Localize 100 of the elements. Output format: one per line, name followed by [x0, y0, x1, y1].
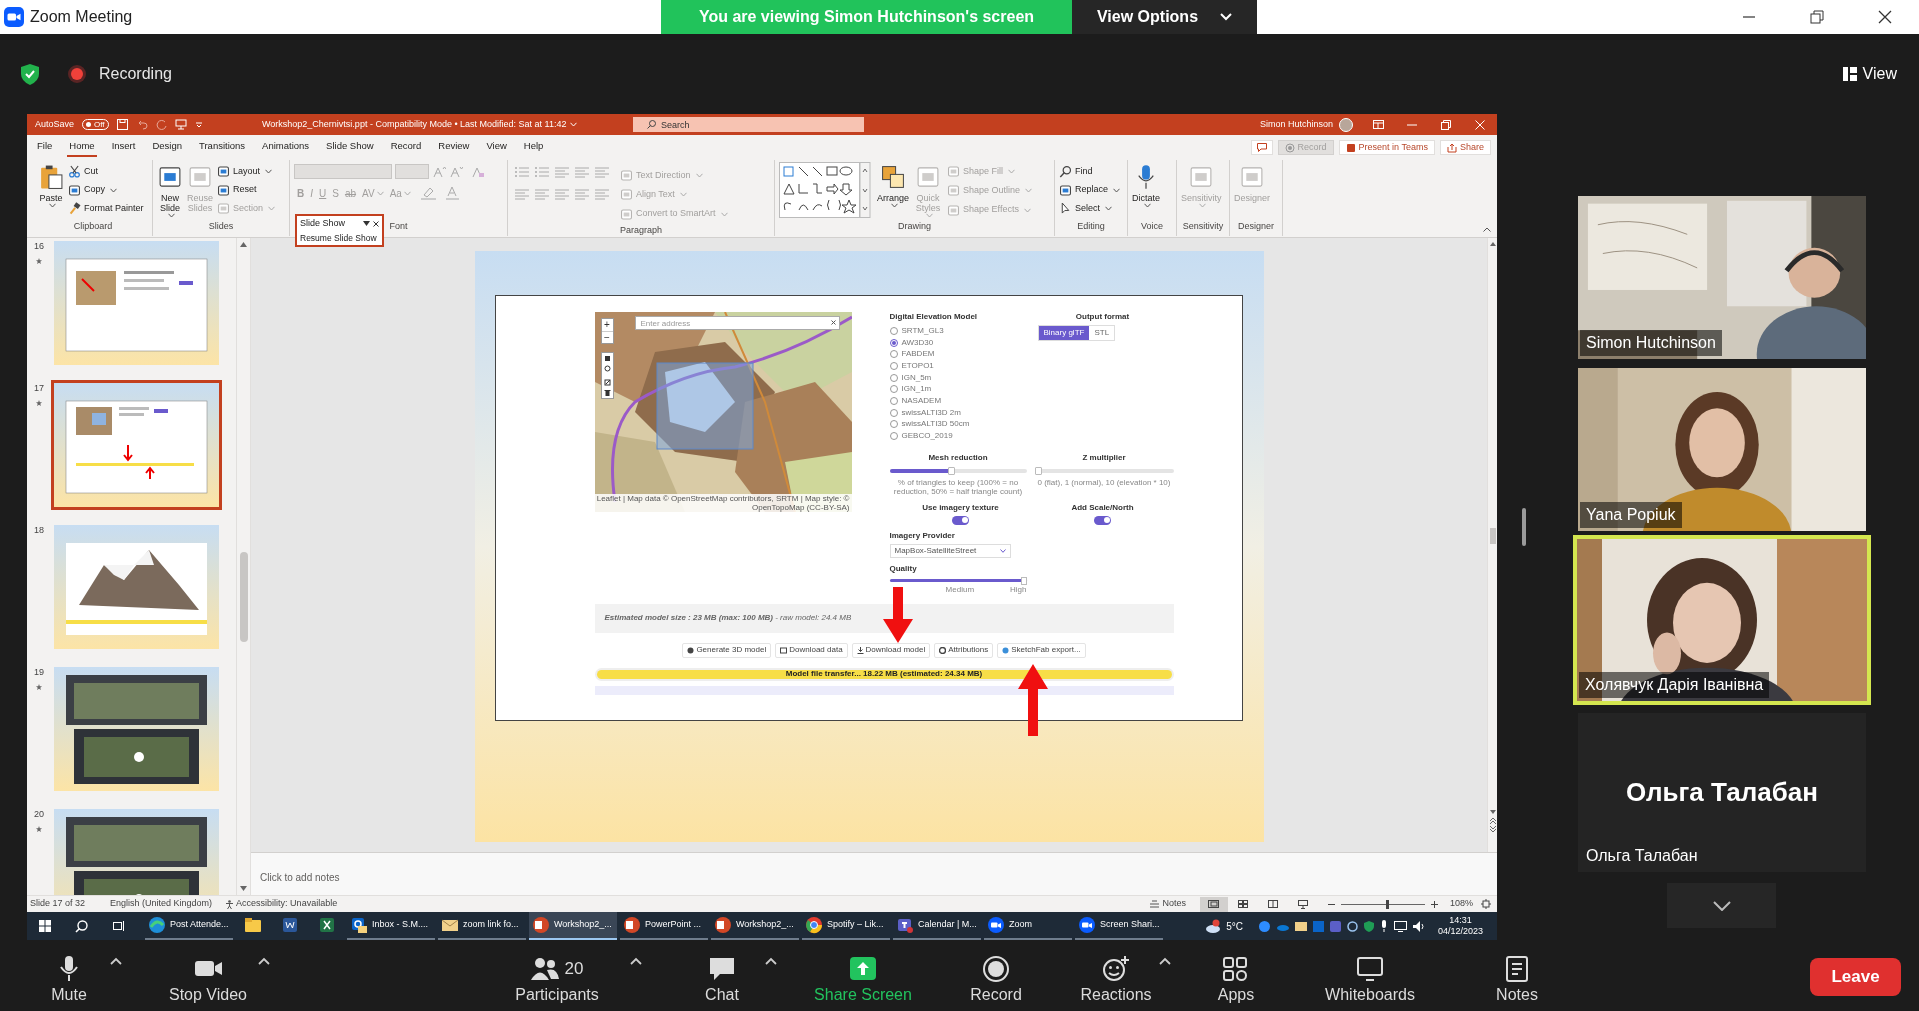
trash-icon[interactable] — [603, 389, 611, 396]
ribbon-tab[interactable]: File — [35, 138, 55, 157]
presenter-icon[interactable] — [174, 119, 187, 130]
sorter-view-icon[interactable] — [1237, 900, 1248, 908]
zoom-in-button[interactable]: + — [601, 319, 613, 331]
slide-thumbnail[interactable] — [51, 238, 222, 368]
slideshow-view-icon[interactable] — [1297, 899, 1308, 909]
caret-up-icon[interactable] — [1159, 957, 1171, 965]
ribbon-tab[interactable]: Home — [67, 138, 97, 157]
fit-slide-icon[interactable] — [1481, 899, 1491, 909]
avatar[interactable] — [1339, 117, 1353, 132]
ribbon-tab[interactable]: Review — [436, 138, 472, 157]
search-field[interactable]: Search — [633, 117, 864, 132]
accessibility-status[interactable]: Accessibility: Unavailable — [236, 897, 338, 911]
radio-button[interactable] — [889, 385, 898, 394]
mail-app-icon[interactable] — [1312, 920, 1324, 932]
slider-track[interactable] — [1034, 466, 1174, 475]
ribbon-action-button[interactable]: Share — [1439, 140, 1491, 155]
caret-up-icon[interactable] — [258, 957, 270, 965]
restore-icon[interactable] — [1810, 10, 1824, 24]
dropdown-icon[interactable] — [363, 221, 370, 227]
ribbon-button[interactable]: Select — [1059, 199, 1121, 219]
caret-up-icon[interactable] — [765, 957, 777, 965]
scroll-down-icon[interactable] — [240, 886, 247, 891]
customize-icon[interactable] — [194, 120, 203, 129]
weather-icon[interactable] — [1205, 919, 1222, 933]
toolbar-button[interactable]: Reactions — [1076, 950, 1156, 1004]
scroll-down-icon[interactable] — [1489, 810, 1496, 814]
slider-thumb[interactable] — [1386, 899, 1390, 909]
previous-slide-icon[interactable] — [1489, 818, 1496, 824]
zoom-in-icon[interactable] — [1430, 900, 1438, 908]
taskbar-button[interactable]: Inbox - S.M.... — [347, 912, 435, 940]
toolbar-button[interactable]: Apps — [1206, 950, 1266, 1004]
ribbon-tab[interactable]: View — [484, 138, 509, 157]
microphone-icon[interactable] — [1379, 920, 1388, 932]
scrollbar-thumb[interactable] — [239, 552, 248, 642]
notes-placeholder[interactable]: Click to add notes — [260, 872, 340, 883]
search-icon[interactable] — [75, 919, 88, 933]
taskbar-button[interactable]: Workshop2_... — [529, 912, 617, 940]
ribbon-tab[interactable]: Transitions — [197, 138, 248, 157]
ribbon-button[interactable]: Copy — [68, 180, 144, 200]
ribbon-display-icon[interactable] — [1372, 120, 1384, 129]
radio-button[interactable] — [889, 350, 898, 359]
toolbar-button[interactable]: Whiteboards — [1315, 950, 1425, 1004]
toolbar-button[interactable]: Chat — [692, 950, 752, 1004]
scrollbar-thumb[interactable] — [1489, 528, 1496, 544]
radio-button[interactable] — [889, 338, 898, 347]
envelope-icon[interactable] — [1294, 921, 1307, 931]
toolbar-button[interactable]: 20 Participants — [502, 950, 612, 1004]
clock-time[interactable]: 14:31 — [1449, 915, 1472, 926]
taskbar-button[interactable]: Spotify – Lik... — [802, 912, 890, 940]
action-button[interactable]: Download data — [775, 642, 848, 658]
format-option[interactable]: Binary glTF — [1038, 326, 1090, 340]
taskbar-button[interactable]: zoom link fo... — [438, 912, 526, 940]
ribbon-tab[interactable]: Record — [388, 138, 424, 157]
restore-icon[interactable] — [1441, 119, 1451, 130]
normal-view-icon[interactable] — [1208, 900, 1220, 908]
ribbon-button[interactable]: Reset — [217, 180, 276, 200]
scroll-up-icon[interactable] — [240, 242, 247, 247]
radio-button[interactable] — [889, 420, 898, 429]
caret-up-icon[interactable] — [110, 957, 122, 965]
comment-icon[interactable] — [1256, 143, 1267, 152]
radio-button[interactable] — [889, 361, 898, 370]
toolbar-button[interactable]: Notes — [1487, 950, 1547, 1004]
slide-thumbnail[interactable] — [51, 380, 222, 510]
slider-thumb[interactable] — [948, 466, 955, 475]
font-color-icon[interactable] — [443, 186, 462, 200]
edit-icon[interactable] — [603, 379, 611, 386]
start-icon[interactable] — [39, 920, 51, 932]
clear-icon[interactable] — [830, 320, 836, 325]
ribbon-button[interactable]: Find — [1059, 162, 1121, 181]
taskbar-button[interactable]: Post Attende... — [145, 912, 233, 940]
scroll-up-icon[interactable] — [1489, 242, 1496, 246]
toolbar-button[interactable]: Share Screen — [803, 950, 923, 1004]
chevron-down-icon[interactable] — [570, 122, 578, 127]
language-status[interactable]: English (United Kingdom) — [110, 897, 213, 911]
slide-thumbnail[interactable] — [51, 522, 222, 652]
leave-button[interactable]: Leave — [1810, 958, 1901, 996]
ribbon-tab[interactable]: Slide Show — [324, 138, 376, 157]
ribbon-button[interactable]: New Slide — [157, 162, 183, 218]
video-app-icon[interactable] — [1258, 920, 1270, 932]
reading-view-icon[interactable] — [1267, 900, 1278, 908]
view-options-button[interactable]: View Options — [1072, 0, 1257, 34]
panel-resize-handle[interactable] — [1522, 508, 1526, 546]
slider-thumb[interactable] — [1020, 576, 1027, 585]
slider-thumb[interactable] — [1034, 466, 1042, 475]
notes-button[interactable]: Notes — [1150, 897, 1186, 911]
zoom-out-button[interactable]: − — [601, 331, 613, 343]
close-icon[interactable] — [1878, 10, 1892, 24]
action-button[interactable]: SketchFab export... — [997, 642, 1086, 658]
shield-icon[interactable] — [1363, 920, 1374, 932]
team-chat-icon[interactable] — [1329, 920, 1341, 932]
taskbar-button[interactable]: PowerPoint ... — [620, 912, 708, 940]
zoom-level[interactable]: 108% — [1449, 897, 1473, 911]
ribbon-button[interactable]: Layout — [217, 162, 276, 181]
ribbon-tab[interactable]: Insert — [109, 138, 138, 157]
ribbon-tab[interactable]: Design — [150, 138, 184, 157]
ribbon-button[interactable]: Format Painter — [68, 199, 144, 219]
ribbon-tab[interactable]: Animations — [260, 138, 312, 157]
next-slide-icon[interactable] — [1489, 826, 1496, 832]
